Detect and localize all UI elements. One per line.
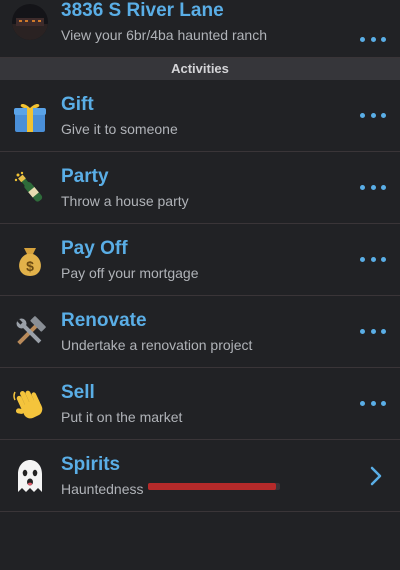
hauntedness-bar-fill — [148, 483, 277, 490]
property-title: 3836 S River Lane — [61, 0, 224, 21]
house-photo-icon — [12, 4, 48, 40]
pay-off-title: Pay Off — [61, 238, 128, 259]
pay-off-subtitle: Pay off your mortgage — [61, 265, 199, 281]
activity-renovate[interactable]: Renovate Undertake a renovation project — [0, 296, 400, 368]
hauntedness-label: Hauntedness — [61, 481, 144, 497]
gift-subtitle: Give it to someone — [61, 121, 178, 137]
pay-off-more-button[interactable] — [360, 257, 386, 263]
svg-text:$: $ — [26, 258, 34, 274]
property-more-button[interactable] — [360, 36, 386, 42]
gift-icon — [14, 103, 46, 132]
sell-more-button[interactable] — [360, 401, 386, 407]
sell-subtitle: Put it on the market — [61, 409, 183, 425]
hauntedness-bar — [148, 483, 280, 490]
activity-pay-off[interactable]: $ Pay Off Pay off your mortgage — [0, 224, 400, 296]
property-row[interactable]: 3836 S River Lane View your 6br/4ba haun… — [0, 0, 400, 58]
party-more-button[interactable] — [360, 185, 386, 191]
spirits-title: Spirits — [61, 454, 121, 475]
party-subtitle: Throw a house party — [61, 193, 189, 209]
sell-title: Sell — [61, 382, 95, 403]
champagne-icon — [14, 171, 43, 202]
money-bag-icon: $ — [19, 247, 41, 276]
gift-title: Gift — [61, 94, 94, 115]
chevron-right-icon[interactable] — [369, 465, 383, 487]
activity-party[interactable]: Party Throw a house party — [0, 152, 400, 224]
renovate-subtitle: Undertake a renovation project — [61, 337, 253, 353]
party-title: Party — [61, 166, 109, 187]
renovate-title: Renovate — [61, 310, 147, 331]
waving-hand-icon — [13, 390, 43, 418]
spirits-row[interactable]: Spirits Hauntedness — [0, 440, 400, 512]
renovate-more-button[interactable] — [360, 329, 386, 335]
hammer-wrench-icon — [16, 315, 46, 345]
section-header-activities: Activities — [0, 58, 400, 80]
property-subtitle: View your 6br/4ba haunted ranch — [61, 27, 267, 43]
gift-more-button[interactable] — [360, 113, 386, 119]
activity-gift[interactable]: Gift Give it to someone — [0, 80, 400, 152]
activity-sell[interactable]: Sell Put it on the market — [0, 368, 400, 440]
ghost-icon — [18, 459, 42, 492]
